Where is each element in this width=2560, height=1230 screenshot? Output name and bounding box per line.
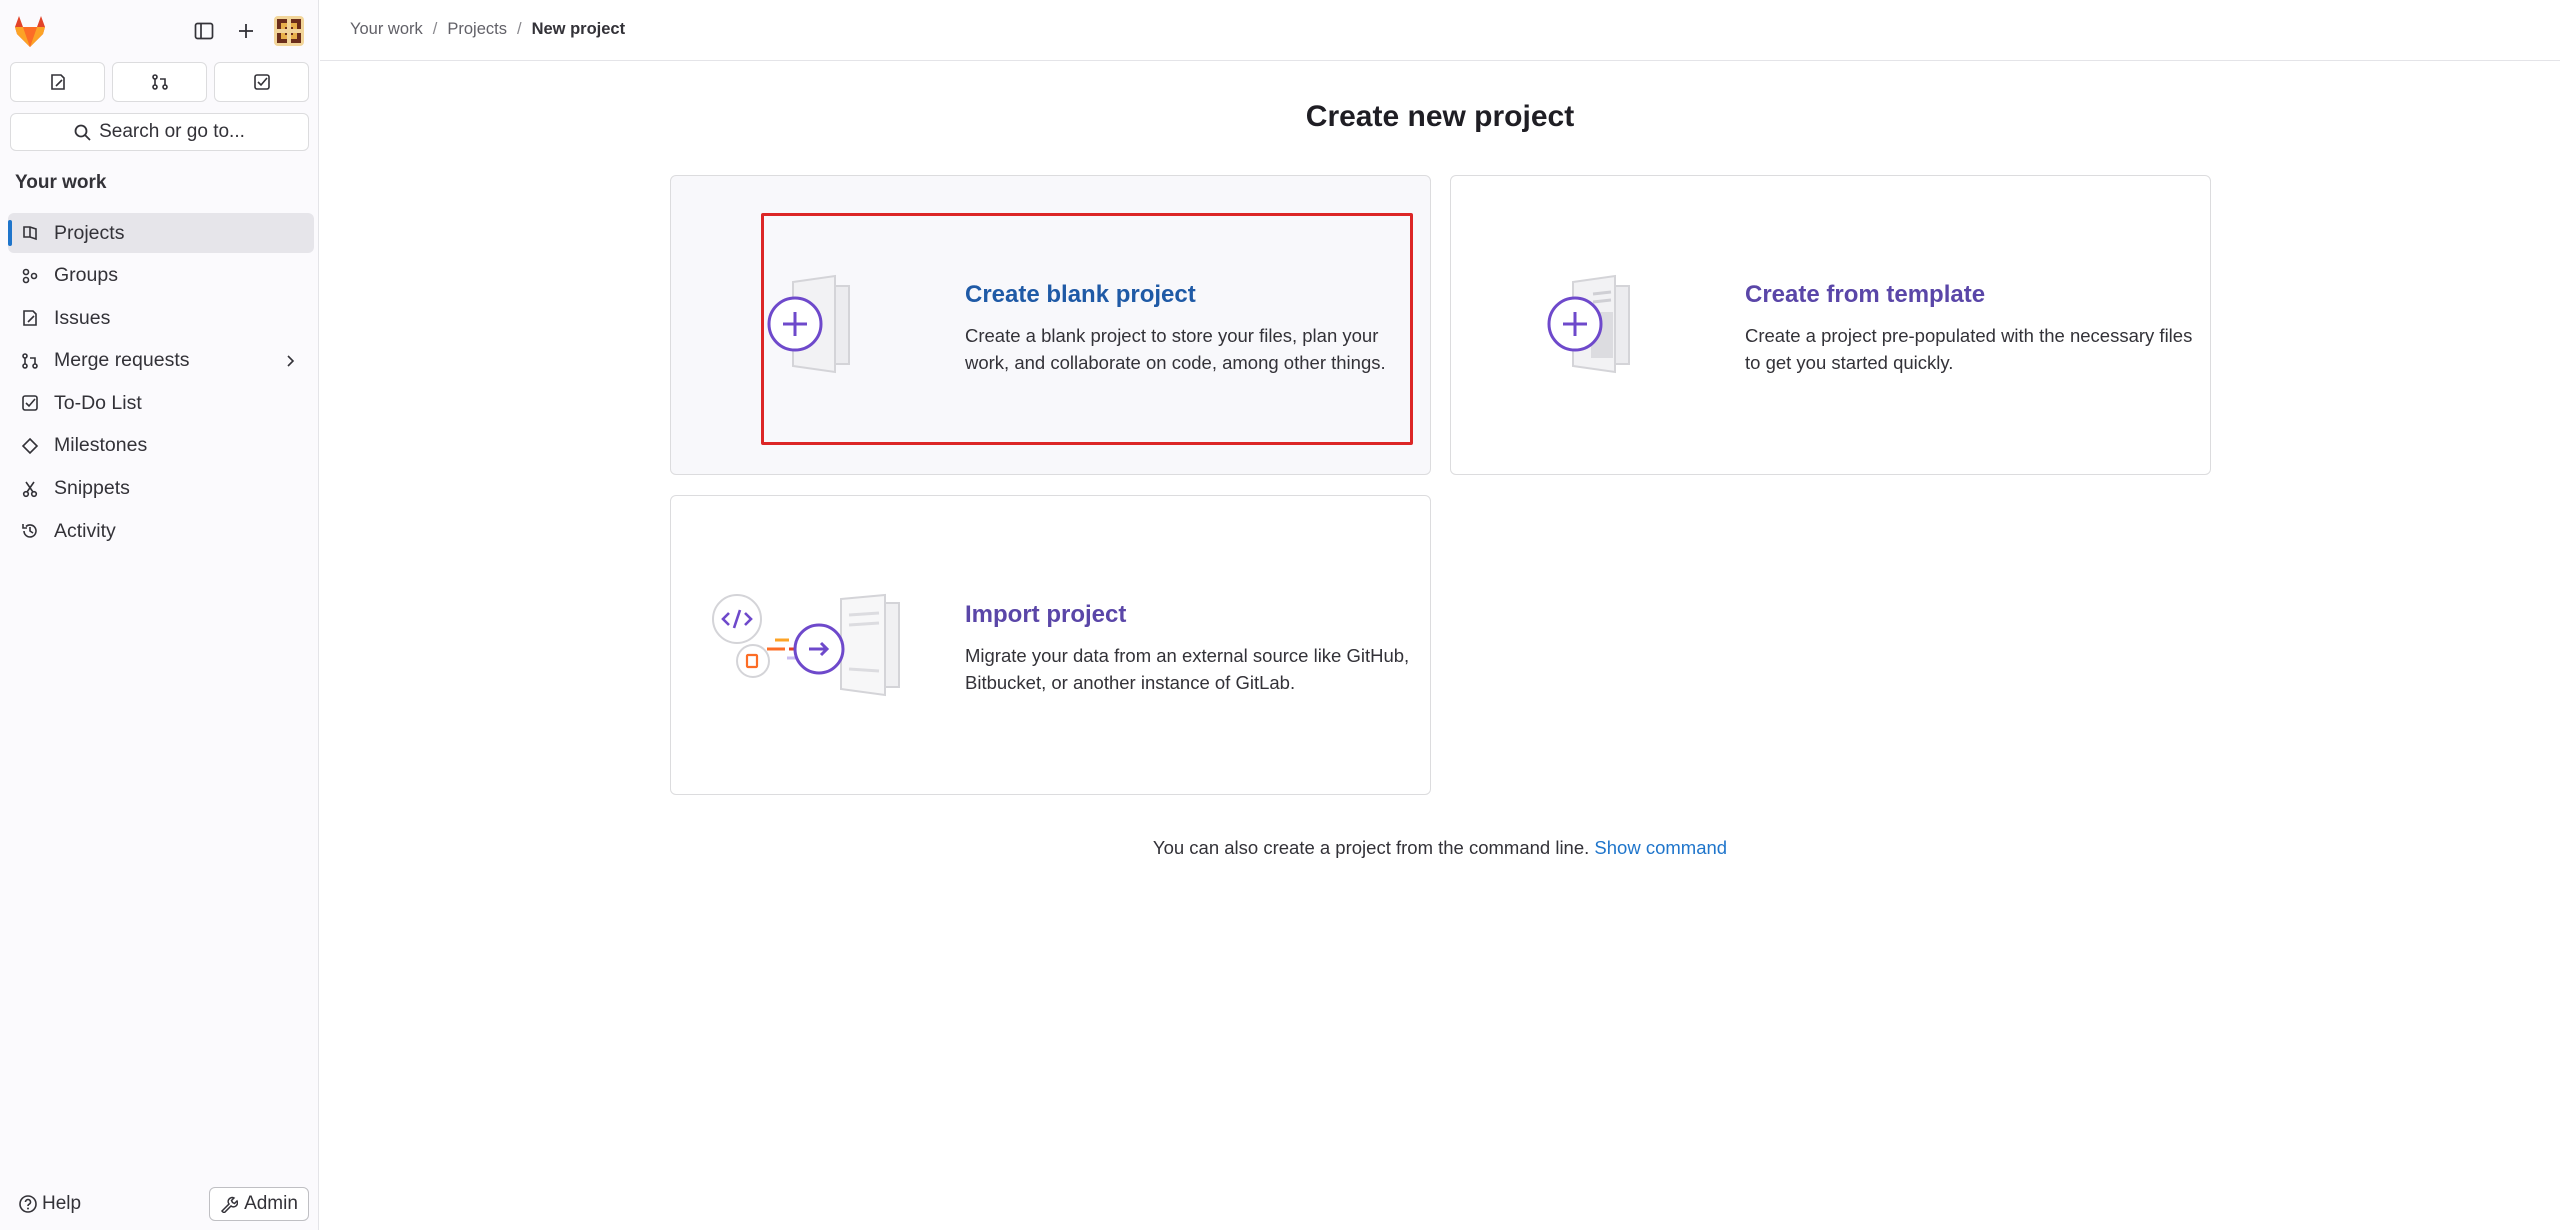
card-description: Create a project pre-populated with the … — [1745, 325, 2193, 373]
sidebar-header — [0, 0, 319, 60]
template-illustration-icon — [1547, 274, 1630, 374]
help-button[interactable]: Help — [18, 1193, 81, 1215]
gitlab-logo-icon[interactable] — [12, 14, 48, 48]
project-icon — [20, 223, 40, 243]
issues-icon — [50, 74, 65, 90]
assigned-issues-button[interactable] — [10, 62, 105, 102]
page-title: Create new project — [1305, 100, 1575, 133]
sidebar-item-label: To-Do List — [54, 391, 142, 414]
snippet-icon — [20, 479, 40, 499]
sidebar-item-label: Groups — [54, 264, 118, 287]
admin-button[interactable]: Admin — [209, 1187, 309, 1221]
sidebar-item-milestones[interactable]: Milestones — [8, 426, 314, 466]
toggle-sidebar-icon[interactable] — [189, 16, 219, 46]
breadcrumb-separator: / — [516, 20, 522, 38]
breadcrumb-your-work[interactable]: Your work — [350, 20, 423, 39]
sidebar-item-snippets[interactable]: Snippets — [8, 469, 314, 509]
group-icon — [20, 266, 40, 286]
show-command-link[interactable]: Show command — [1594, 837, 1727, 858]
todo-button[interactable] — [214, 62, 309, 102]
top-bar: Your work / Projects / New project — [320, 0, 2560, 61]
todo-icon — [253, 74, 270, 90]
chevron-right-icon — [287, 355, 295, 367]
help-icon — [19, 1195, 37, 1213]
sidebar-item-groups[interactable]: Groups — [8, 256, 314, 296]
quick-actions — [10, 62, 309, 102]
sidebar-item-label: Projects — [54, 221, 125, 244]
import-illustration-icon — [712, 593, 900, 697]
sidebar-item-label: Snippets — [54, 477, 130, 500]
sidebar-item-label: Activity — [54, 519, 116, 542]
card-title: Import project — [965, 601, 1127, 628]
sidebar-item-projects[interactable]: Projects — [8, 213, 314, 253]
merge-request-icon — [151, 74, 168, 90]
sidebar-nav: Projects Groups Issues Merge requests To… — [8, 213, 314, 554]
sidebar-item-issues[interactable]: Issues — [8, 298, 314, 338]
sidebar-item-activity[interactable]: Activity — [8, 511, 314, 551]
sidebar-item-label: Merge requests — [54, 349, 190, 372]
create-from-template-card[interactable]: Create from template Create a project pr… — [1450, 175, 2211, 475]
sidebar-item-label: Issues — [54, 306, 111, 329]
breadcrumb-new-project[interactable]: New project — [532, 20, 626, 39]
sidebar-item-merge-requests[interactable]: Merge requests — [8, 341, 314, 381]
issues-icon — [20, 308, 40, 328]
sidebar-item-label: Milestones — [54, 434, 148, 457]
breadcrumb: Your work / Projects / New project — [350, 20, 625, 39]
merge-requests-button[interactable] — [112, 62, 207, 102]
breadcrumb-separator: / — [432, 20, 438, 38]
import-project-card[interactable]: Import project Migrate your data from an… — [670, 495, 1431, 795]
history-icon — [20, 521, 40, 541]
command-line-hint: You can also create a project from the c… — [0, 837, 2560, 859]
sidebar: Search or go to... Your work Projects Gr… — [0, 0, 319, 1230]
help-label: Help — [42, 1193, 82, 1214]
search-icon — [74, 124, 91, 141]
admin-label: Admin — [244, 1193, 298, 1214]
card-title: Create from template — [1745, 281, 1986, 308]
section-title: Your work — [15, 172, 107, 193]
todo-icon — [20, 393, 40, 413]
cli-text: You can also create a project from the c… — [1152, 837, 1590, 858]
card-description: Migrate your data from an external sourc… — [965, 645, 1410, 693]
search-label: Search or go to... — [99, 121, 245, 142]
wrench-icon — [221, 1196, 239, 1213]
merge-request-icon — [20, 351, 40, 371]
milestone-icon — [20, 436, 40, 456]
search-button[interactable]: Search or go to... — [10, 113, 309, 151]
sidebar-item-todo[interactable]: To-Do List — [8, 383, 314, 423]
user-avatar[interactable] — [274, 16, 304, 46]
create-new-icon[interactable] — [231, 16, 261, 46]
selection-highlight — [761, 213, 1413, 445]
breadcrumb-projects[interactable]: Projects — [447, 20, 507, 39]
